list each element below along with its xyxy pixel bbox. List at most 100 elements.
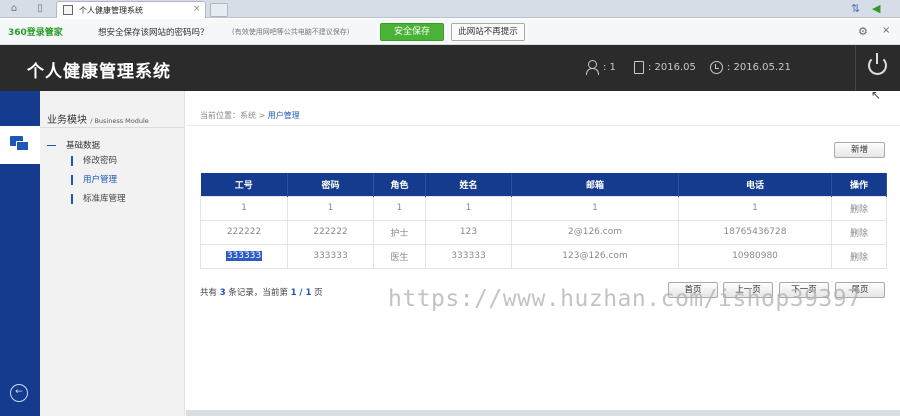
- new-tab-button[interactable]: [210, 3, 228, 17]
- cell-phone: 18765436728: [678, 219, 832, 245]
- pager-text: 页: [314, 288, 323, 298]
- next-page-button[interactable]: 下一页: [779, 282, 829, 298]
- pager-text: 条记录，当前第: [228, 288, 288, 298]
- cell-role: 医生: [373, 243, 426, 269]
- cell-id: 1: [200, 195, 288, 221]
- login-manager-brand: 360登录管家: [8, 28, 63, 38]
- table-row: 333333 333333 医生 333333 123@126.com 1098…: [200, 243, 887, 269]
- never-remind-button[interactable]: 此网站不再提示: [451, 23, 525, 41]
- breadcrumb-current[interactable]: 用户管理: [268, 111, 300, 120]
- user-table: 工号 密码 角色 姓名 邮箱 电话 操作 1 1 1 1 1 1 删除 2222…: [200, 173, 887, 269]
- cell-name: 333333: [425, 243, 512, 269]
- column-header: 邮箱: [511, 173, 679, 196]
- tab-close-icon[interactable]: ×: [193, 4, 201, 14]
- breadcrumb-prefix: 当前位置：系统 >: [200, 111, 266, 120]
- first-page-button[interactable]: 首页: [668, 282, 718, 298]
- gear-icon[interactable]: ⚙: [858, 25, 868, 38]
- page-indicator: 1 / 1: [290, 288, 312, 298]
- prev-page-button[interactable]: 上一页: [723, 282, 773, 298]
- delete-link[interactable]: 删除: [831, 219, 887, 245]
- next-page-label: 下一页: [791, 285, 817, 295]
- sidebar-title: 业务模块 / Business Module: [47, 111, 149, 126]
- browser-tab-strip: ⌂ ▯ 个人健康管理系统 × ⇅ ◀: [0, 0, 900, 18]
- sidebar-item-label: 修改密码: [83, 156, 118, 166]
- home-icon[interactable]: ⌂: [8, 3, 20, 15]
- never-remind-label: 此网站不再提示: [458, 27, 518, 37]
- column-header: 角色: [373, 173, 426, 196]
- table-header-row: 工号 密码 角色 姓名 邮箱 电话 操作: [200, 173, 887, 196]
- cell-password: 1: [287, 195, 374, 221]
- taskbar-strip: [186, 410, 900, 416]
- breadcrumb: 当前位置：系统 > 用户管理: [200, 110, 300, 121]
- user-count-value: : 1: [603, 62, 616, 73]
- cell-email: 123@126.com: [511, 243, 679, 269]
- sidebar-group-label: 基础数据: [66, 141, 101, 151]
- back-arrow-icon[interactable]: ◀: [872, 3, 880, 15]
- selected-text: 333333: [225, 251, 263, 261]
- sidebar-group-basic-data[interactable]: 基础数据: [47, 139, 100, 151]
- document-icon: [634, 60, 644, 74]
- column-header: 密码: [287, 173, 374, 196]
- sidebar-item-user-management[interactable]: 用户管理: [70, 174, 118, 186]
- cell-name: 1: [425, 195, 512, 221]
- table-row: 222222 222222 护士 123 2@126.com 187654367…: [200, 219, 887, 245]
- sidebar-item-label: 标准库管理: [83, 194, 126, 204]
- prev-page-label: 上一页: [735, 285, 761, 295]
- sidebar-title-zh: 业务模块: [47, 115, 87, 126]
- cell-password: 333333: [287, 243, 374, 269]
- browser-tab[interactable]: 个人健康管理系统 ×: [56, 1, 206, 18]
- page-icon[interactable]: ▯: [34, 3, 46, 15]
- app-title: 个人健康管理系统: [27, 62, 171, 82]
- sidebar-item-label: 用户管理: [83, 175, 118, 185]
- cell-phone: 10980980: [678, 243, 832, 269]
- safe-save-label: 安全保存: [393, 27, 430, 37]
- add-button-label: 新增: [850, 145, 868, 155]
- app-header: 个人健康管理系统 : 1 : 2016.05 : 2016.05.21: [0, 45, 900, 91]
- cell-password: 222222: [287, 219, 374, 245]
- delete-link[interactable]: 删除: [831, 195, 887, 221]
- column-header: 工号: [200, 173, 288, 196]
- favicon-icon: [63, 5, 73, 15]
- pager-info: 共有 3 条记录，当前第 1 / 1 页: [200, 286, 323, 298]
- cell-id: 222222: [200, 219, 288, 245]
- sync-icon[interactable]: ⇅: [851, 3, 860, 15]
- add-button[interactable]: 新增: [834, 142, 885, 158]
- column-header: 姓名: [425, 173, 512, 196]
- save-password-bar: 360登录管家 想安全保存该网站的密码吗？ (有效使用网吧等公共电脑不建议保存)…: [0, 19, 900, 45]
- sidebar: 业务模块 / Business Module 基础数据 修改密码 用户管理 标准…: [40, 91, 185, 416]
- sidebar-title-en: / Business Module: [90, 117, 149, 125]
- close-icon[interactable]: ×: [882, 25, 890, 36]
- delete-link[interactable]: 删除: [831, 243, 887, 269]
- table-row: 1 1 1 1 1 1 删除: [200, 195, 887, 221]
- clock-date: : 2016.05.21: [710, 60, 791, 76]
- user-icon: [585, 60, 599, 75]
- left-rail: ←: [0, 91, 40, 416]
- power-button[interactable]: [855, 45, 900, 91]
- cell-phone: 1: [678, 195, 832, 221]
- cell-role: 1: [373, 195, 426, 221]
- column-header: 操作: [831, 173, 887, 196]
- cell-email: 1: [511, 195, 679, 221]
- doc-date-value: : 2016.05: [648, 62, 696, 73]
- column-header: 电话: [678, 173, 832, 196]
- total-count: 3: [219, 288, 226, 298]
- cell-name: 123: [425, 219, 512, 245]
- module-button[interactable]: [0, 126, 40, 164]
- clock-icon: [710, 60, 723, 74]
- user-count: : 1: [585, 60, 616, 76]
- first-page-label: 首页: [684, 285, 702, 295]
- last-page-button[interactable]: 尾页: [835, 282, 885, 298]
- cell-role: 护士: [373, 219, 426, 245]
- dash-icon: [47, 145, 56, 146]
- save-password-hint: (有效使用网吧等公共电脑不建议保存): [232, 28, 350, 36]
- sidebar-item-standard-library[interactable]: 标准库管理: [71, 193, 126, 205]
- sidebar-item-change-password[interactable]: 修改密码: [70, 155, 118, 167]
- tab-title: 个人健康管理系统: [79, 6, 143, 15]
- cell-id: 333333: [200, 243, 288, 269]
- doc-date: : 2016.05: [634, 60, 696, 76]
- chat-icon: [10, 136, 30, 152]
- clock-date-value: : 2016.05.21: [727, 62, 791, 73]
- safe-save-button[interactable]: 安全保存: [380, 23, 444, 41]
- save-password-question: 想安全保存该网站的密码吗？: [98, 28, 209, 38]
- collapse-icon[interactable]: ←: [10, 384, 28, 402]
